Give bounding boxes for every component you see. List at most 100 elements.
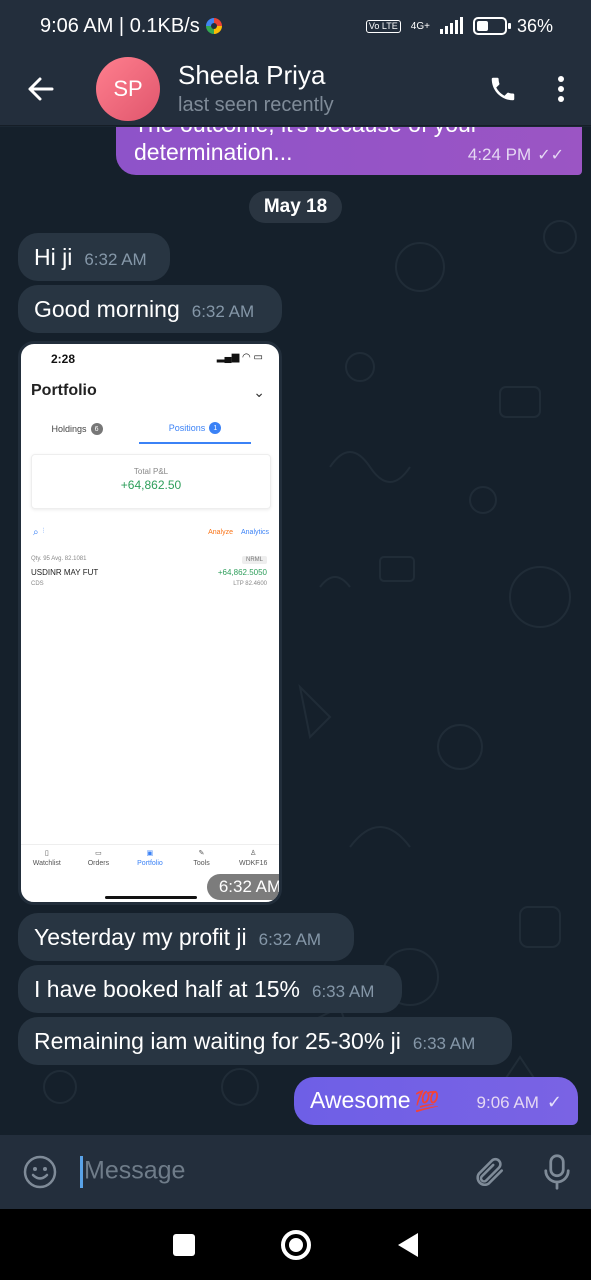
message-incoming[interactable]: Remaining iam waiting for 25-30% ji 6:33…	[18, 1017, 512, 1065]
smile-icon	[23, 1155, 57, 1189]
back-nav-button[interactable]	[397, 1232, 418, 1257]
photo-status-icons: ▂▄▆ ◠ ▭	[216, 352, 263, 363]
phone-icon	[491, 77, 515, 100]
photos-app-icon	[205, 18, 222, 34]
photo-message[interactable]: 2:28 ▂▄▆ ◠ ▭ Portfolio ⌄ Holdings 6 Posi…	[18, 341, 282, 905]
photo-tab-holdings: Holdings 6	[21, 414, 133, 444]
status-time: 9:06 AM | 0.1KB/s	[40, 14, 200, 37]
photo-home-indicator	[105, 896, 197, 899]
message-text: Awesome	[310, 1087, 411, 1113]
photo-nav-item: ▣ Portfolio	[124, 845, 176, 884]
message-time: 6:32 AM	[84, 250, 147, 269]
photo-nav-item: ▯ Watchlist	[21, 845, 73, 884]
date-separator: May 18	[249, 191, 342, 223]
battery-icon	[472, 17, 511, 35]
photo-analyze: Analyze	[208, 528, 233, 536]
emoji-button[interactable]	[0, 1154, 80, 1190]
wrench-icon: ✎	[198, 850, 205, 857]
message-incoming[interactable]: Hi ji 6:32 AM	[18, 233, 170, 281]
photo-tab-count: 6	[90, 423, 103, 435]
bookmark-icon: ▯	[44, 850, 49, 857]
message-text-cut: The outcome, it's because of your	[134, 127, 478, 137]
message-time: 4:24 PM	[467, 145, 532, 164]
photo-pnl-value: +64,862.50	[120, 478, 182, 492]
attach-button[interactable]	[455, 1154, 523, 1190]
text-caret	[80, 1156, 83, 1188]
photo-tabs: Holdings 6 Positions 1	[21, 414, 279, 444]
home-button[interactable]	[281, 1229, 312, 1260]
message-outgoing[interactable]: Awesome 💯 9:06 AM ✓	[294, 1077, 578, 1125]
photo-nav-label: Portfolio	[137, 860, 163, 867]
photo-nav-label: Tools	[193, 860, 210, 867]
message-text: Hi ji	[34, 244, 73, 270]
double-check-icon: ✓✓	[537, 147, 564, 164]
message-time: 9:06 AM	[476, 1093, 539, 1112]
photo-nav-label: Orders	[87, 860, 110, 867]
network-type: 4G+	[410, 20, 430, 32]
system-nav-bar	[0, 1209, 591, 1280]
hundred-points-emoji: 💯	[414, 1091, 440, 1113]
microphone-icon	[544, 1154, 570, 1190]
battery-percent: 36%	[516, 15, 553, 36]
volte-badge: Vo LTE	[365, 19, 401, 33]
photo-position-row: Qty. 95 Avg. 82.1081 NRML USDINR MAY FUT…	[31, 556, 267, 591]
message-time: 6:32 AM	[258, 930, 322, 949]
message-text: Yesterday my profit ji	[34, 924, 247, 950]
photo-exchange: CDS	[31, 581, 44, 587]
message-outgoing-prev[interactable]: The outcome, it's because of your determ…	[116, 127, 582, 175]
more-vertical-icon	[558, 75, 564, 102]
photo-portfolio-title: Portfolio	[31, 382, 97, 399]
book-icon: ▭	[95, 850, 102, 857]
check-icon: ✓	[546, 1092, 562, 1112]
message-input[interactable]: Message	[80, 1156, 455, 1188]
chevron-down-icon: ⌄	[253, 384, 265, 400]
photo-qty: Qty. 95 Avg. 82.1081	[31, 556, 87, 562]
photo-tab-positions: Positions 1	[139, 414, 251, 444]
photo-time: 6:32 AM	[207, 874, 279, 900]
peer-status: last seen recently	[178, 93, 334, 116]
photo-nav-label: Watchlist	[32, 860, 61, 867]
message-incoming[interactable]: I have booked half at 15% 6:33 AM	[18, 965, 402, 1013]
home-dot	[289, 1237, 304, 1252]
message-text: I have booked half at 15%	[34, 976, 300, 1002]
signal-icon	[439, 17, 463, 34]
message-time: 6:33 AM	[412, 1034, 476, 1053]
photo-nav-label: WDKF16	[238, 860, 268, 867]
briefcase-icon: ▣	[146, 850, 154, 857]
photo-tab-label: Positions	[168, 423, 206, 433]
message-input-bar: Message	[0, 1135, 591, 1209]
more-options-button[interactable]	[531, 52, 591, 126]
photo-clock: 2:28	[51, 352, 76, 366]
chat-area[interactable]: The outcome, it's because of your determ…	[0, 127, 591, 1135]
call-button[interactable]	[475, 52, 531, 126]
avatar[interactable]: SP	[96, 56, 160, 121]
message-incoming[interactable]: Yesterday my profit ji 6:32 AM	[18, 913, 354, 961]
status-bar: 9:06 AM | 0.1KB/s Vo LTE 4G+ 36%	[0, 0, 591, 52]
back-button[interactable]	[0, 52, 80, 126]
message-placeholder: Message	[84, 1156, 186, 1185]
photo-product: NRML	[241, 556, 267, 564]
voice-record-button[interactable]	[523, 1153, 591, 1191]
chat-header: SP Sheela Priya last seen recently	[0, 52, 591, 126]
message-time: 6:33 AM	[311, 982, 375, 1001]
photo-nav-item: ▭ Orders	[73, 845, 125, 884]
photo-instrument-pnl: +64,862.5050	[217, 568, 267, 577]
message-text: Good morning	[34, 296, 180, 322]
filter-icon: ⫶	[42, 528, 45, 535]
photo-tab-count: 1	[209, 422, 222, 434]
photo-tab-label: Holdings	[51, 424, 87, 434]
photo-pnl-card: Total P&L +64,862.50	[31, 454, 271, 509]
message-text: Remaining iam waiting for 25-30% ji	[34, 1028, 401, 1054]
recents-button[interactable]	[173, 1233, 196, 1256]
peer-name: Sheela Priya	[178, 59, 326, 90]
message-incoming[interactable]: Good morning 6:32 AM	[18, 285, 282, 333]
message-time: 6:32 AM	[191, 302, 255, 321]
message-text: determination...	[134, 139, 293, 165]
arrow-left-icon	[28, 77, 54, 100]
peer-info[interactable]: Sheela Priya last seen recently	[178, 59, 475, 119]
photo-ltp: LTP 82.4600	[233, 581, 267, 587]
photo-analytics: Analytics	[240, 528, 269, 536]
paperclip-icon	[476, 1157, 504, 1187]
photo-instrument: USDINR MAY FUT	[31, 568, 99, 577]
photo-pnl-label: Total P&L	[133, 467, 169, 476]
